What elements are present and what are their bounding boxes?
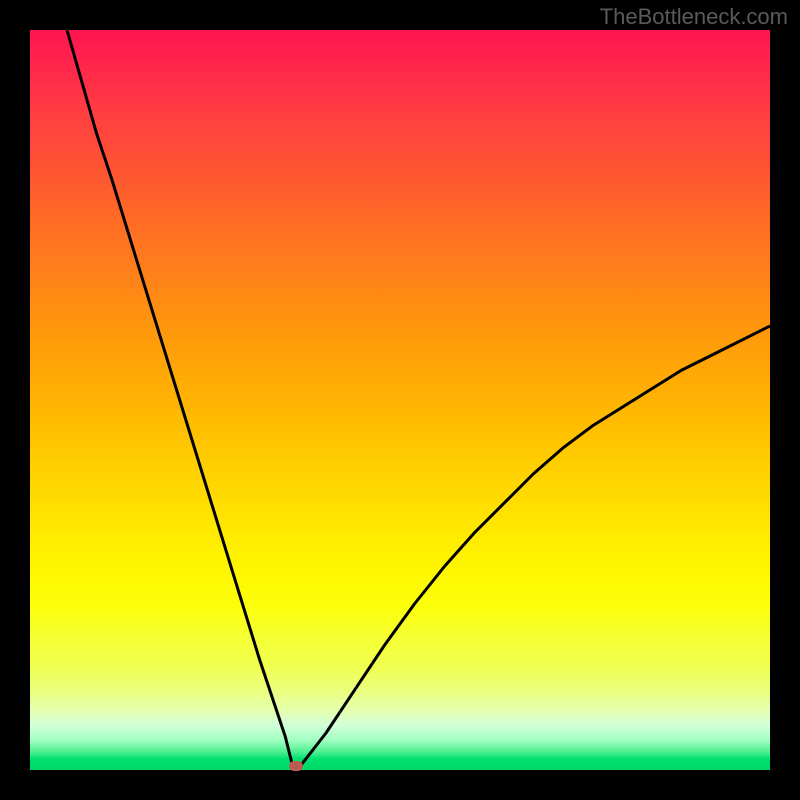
watermark-text: TheBottleneck.com [600,4,788,30]
optimal-point-marker [289,761,303,771]
bottleneck-curve [67,30,770,766]
plot-area [30,30,770,770]
curve-svg [30,30,770,770]
